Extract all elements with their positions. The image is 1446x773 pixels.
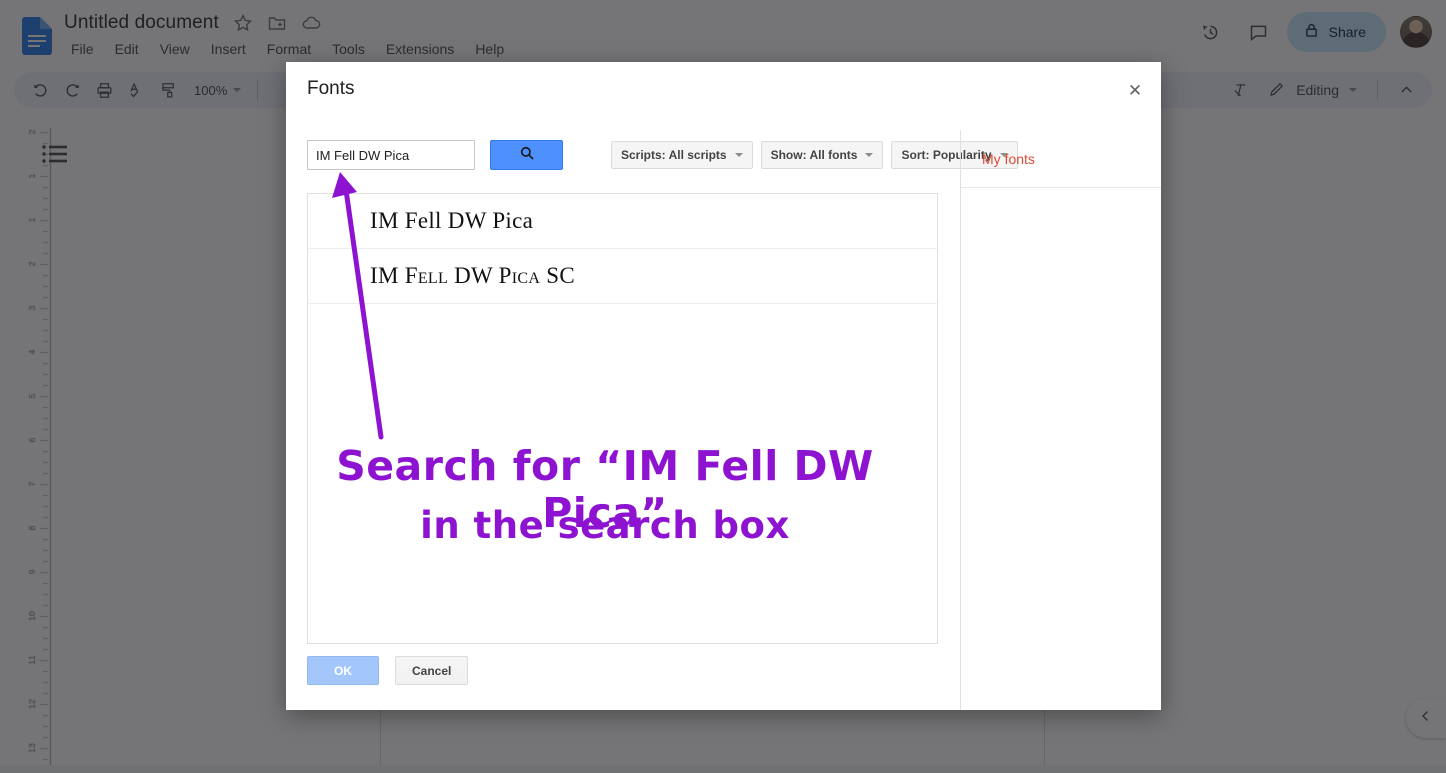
- font-name-label: IM Fell DW Pica: [370, 208, 533, 234]
- ok-button[interactable]: OK: [307, 656, 379, 685]
- chevron-down-icon: [735, 153, 743, 157]
- dialog-title: Fonts: [307, 78, 355, 100]
- search-icon: [518, 144, 536, 167]
- filter-group: Scripts: All scripts Show: All fonts Sor…: [611, 141, 1018, 169]
- show-filter-label: Show: All fonts: [771, 148, 858, 162]
- close-icon[interactable]: ✕: [1121, 76, 1149, 104]
- chevron-down-icon: [865, 153, 873, 157]
- list-item[interactable]: IM Fell DW Pica: [308, 194, 937, 249]
- my-fonts-header: My fonts: [961, 130, 1161, 188]
- search-input[interactable]: [307, 140, 475, 170]
- my-fonts-panel: My fonts: [960, 130, 1161, 710]
- fonts-dialog: Fonts ✕ Scripts: All scripts Show: All f…: [286, 62, 1161, 710]
- scripts-filter-label: Scripts: All scripts: [621, 148, 727, 162]
- font-name-label: IM Fell DW Pica SC: [370, 263, 575, 289]
- fonts-controls-row: Scripts: All scripts Show: All fonts Sor…: [307, 140, 1018, 170]
- dialog-footer: OK Cancel: [307, 656, 468, 685]
- cancel-button[interactable]: Cancel: [395, 656, 468, 685]
- show-filter[interactable]: Show: All fonts: [761, 141, 884, 169]
- screen: Untitled document File Edit View Insert …: [0, 0, 1446, 773]
- search-button[interactable]: [490, 140, 563, 170]
- font-results-list[interactable]: IM Fell DW Pica IM Fell DW Pica SC: [307, 193, 938, 644]
- list-item[interactable]: IM Fell DW Pica SC: [308, 249, 937, 304]
- scripts-filter[interactable]: Scripts: All scripts: [611, 141, 753, 169]
